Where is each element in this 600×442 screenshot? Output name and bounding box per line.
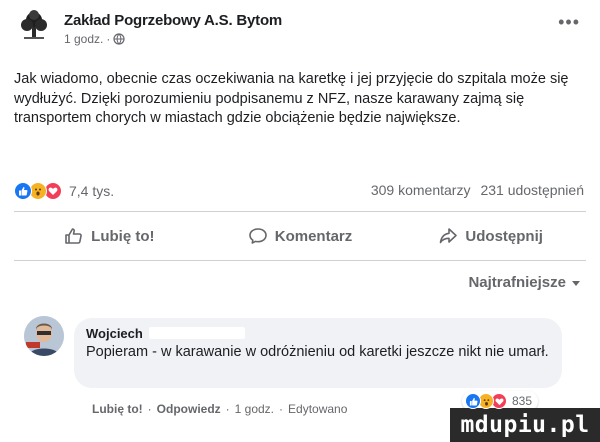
comment-edited: Edytowano: [288, 402, 348, 416]
page-name[interactable]: Zakład Pogrzebowy A.S. Bytom: [64, 12, 282, 29]
watermark: mdupiu.pl: [450, 408, 600, 442]
comment-button[interactable]: Komentarz: [205, 218, 396, 254]
post-actions: Lubię to! Komentarz Udostępnij: [14, 218, 586, 254]
comment-actions-separator: ·: [279, 402, 284, 416]
comment-actions-separator: ·: [147, 402, 152, 416]
comments-count[interactable]: 309 komentarzy: [371, 182, 471, 198]
post-time[interactable]: 1 godz.: [64, 32, 103, 46]
globe-icon: [113, 33, 125, 45]
reaction-count: 7,4 tys.: [69, 183, 115, 199]
comment-time[interactable]: 1 godz.: [235, 402, 274, 416]
comments-sort-label: Najtrafniejsze: [468, 274, 566, 291]
stats-right: 309 komentarzy 231 udostępnień: [371, 182, 584, 198]
chevron-down-icon: [572, 281, 580, 286]
commenter-row: Wojciech: [86, 325, 550, 341]
post-header: Zakład Pogrzebowy A.S. Bytom 1 godz. · •…: [14, 6, 586, 50]
divider-top: [14, 211, 586, 212]
comment-reply-link[interactable]: Odpowiedz: [157, 402, 221, 416]
more-options-button[interactable]: •••: [558, 12, 580, 33]
post-text: Jak wiadomo, obecnie czas oczekiwania na…: [14, 71, 569, 126]
comment-text: Popieram - w karawanie w odróżnieniu od …: [86, 344, 549, 360]
comment-icon: [248, 228, 267, 244]
share-button-label: Udostępnij: [465, 227, 543, 245]
comment-button-label: Komentarz: [274, 227, 353, 245]
more-horizontal-icon: •••: [558, 12, 580, 32]
like-button[interactable]: Lubię to!: [14, 218, 205, 254]
meta-separator: ·: [106, 32, 111, 46]
like-icon: [465, 393, 481, 409]
tree-logo-icon: [21, 10, 47, 39]
comments-sort-dropdown[interactable]: Najtrafniejsze: [468, 274, 580, 291]
post-stats: 7,4 tys. 309 komentarzy 231 udostępnień: [14, 181, 586, 201]
commenter-name[interactable]: Wojciech: [86, 326, 143, 341]
shares-count[interactable]: 231 udostępnień: [480, 182, 584, 198]
comment-bubble: Wojciech Popieram - w karawanie w odróżn…: [74, 318, 562, 388]
divider-bottom: [14, 260, 586, 261]
like-icon: [14, 182, 32, 200]
like-button-label: Lubię to!: [91, 227, 155, 245]
reactions-summary[interactable]: 7,4 tys.: [14, 182, 114, 200]
person-avatar-icon: [24, 316, 64, 356]
comment-actions-separator: ·: [225, 402, 230, 416]
page-avatar[interactable]: [14, 6, 54, 46]
commenter-avatar[interactable]: [24, 316, 64, 356]
post-meta: 1 godz. ·: [64, 32, 125, 46]
comment-reaction-count: 835: [512, 394, 533, 408]
thumbs-up-icon: [65, 228, 83, 244]
share-icon: [440, 228, 458, 244]
name-redaction: [148, 327, 245, 339]
share-button[interactable]: Udostępnij: [395, 218, 586, 254]
comment-like-link[interactable]: Lubię to!: [92, 402, 143, 416]
comment-actions: Lubię to! · Odpowiedz · 1 godz. · Edytow…: [92, 402, 347, 416]
